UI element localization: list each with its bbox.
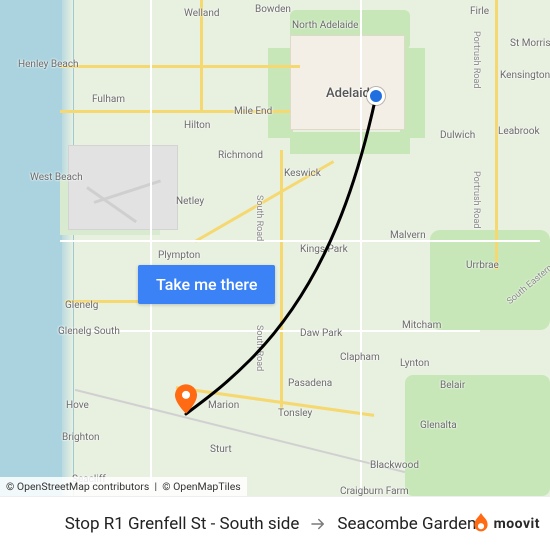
arrow-right-icon [309,515,327,533]
attribution-tiles[interactable]: © OpenMapTiles [162,480,240,493]
moovit-brand[interactable]: moovit [472,513,540,535]
moovit-logo-icon [472,513,490,535]
destination-marker-icon[interactable] [175,384,197,414]
route-footer: Stop R1 Grenfell St - South side Seacomb… [0,496,550,550]
origin-marker-icon[interactable] [367,87,385,105]
route-from: Stop R1 Grenfell St - South side [65,514,300,534]
take-me-there-button[interactable]: Take me there [138,265,275,304]
moovit-brand-text: moovit [494,516,540,532]
attribution-osm[interactable]: © OpenStreetMap contributors [6,480,149,493]
map-attribution: © OpenStreetMap contributors | © OpenMap… [0,477,247,496]
road-network [0,0,550,496]
map[interactable]: Henley Beach Fulham West Beach Welland B… [0,0,550,496]
route-to: Seacombe Gardens [337,514,485,534]
